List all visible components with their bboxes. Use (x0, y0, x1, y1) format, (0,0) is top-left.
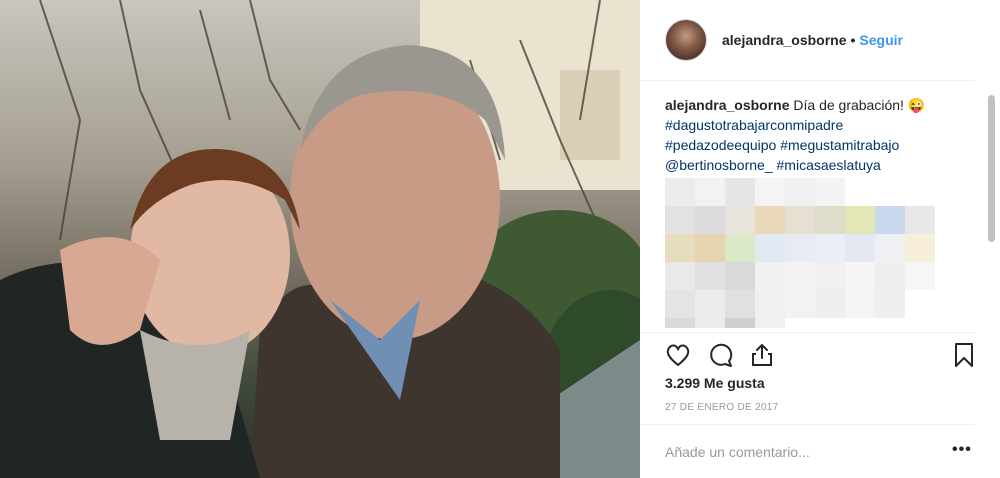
more-icon[interactable]: ••• (952, 441, 972, 459)
header-username[interactable]: alejandra_osborne (722, 32, 847, 48)
heart-icon[interactable] (664, 341, 692, 369)
caption-text: Día de grabación! 😜 (793, 97, 926, 113)
comment-icon[interactable] (706, 341, 734, 369)
hashtag-link[interactable]: #dagustotrabajarconmipadre (665, 115, 965, 135)
post-header: alejandra_osborne • Seguir (640, 0, 975, 81)
avatar[interactable] (665, 19, 707, 61)
post-side-panel: alejandra_osborne • Seguir alejandra_osbor… (640, 0, 1000, 478)
likes-count[interactable]: 3.299 Me gusta (665, 375, 765, 391)
header-line: alejandra_osborne • Seguir (722, 32, 903, 48)
caption-scrollbar[interactable] (988, 95, 995, 242)
mention-link[interactable]: @bertinosborne_ (665, 157, 773, 173)
caption-username[interactable]: alejandra_osborne (665, 97, 790, 113)
post-caption: alejandra_osborne Día de grabación! 😜 #d… (665, 95, 965, 175)
comment-input[interactable]: Añade un comentario... (665, 444, 810, 460)
comment-bar: Añade un comentario... ••• (640, 424, 975, 478)
hashtag-link[interactable]: #megustamitrabajo (780, 137, 899, 153)
post-photo[interactable] (0, 0, 640, 478)
photo-illustration (0, 0, 640, 478)
post-date[interactable]: 27 DE ENERO DE 2017 (665, 402, 779, 413)
bookmark-icon[interactable] (950, 341, 978, 369)
hashtag-link[interactable]: #pedazodeequipo (665, 137, 776, 153)
share-icon[interactable] (748, 341, 776, 369)
post-actions (640, 332, 975, 377)
hashtag-link[interactable]: #micasaeslatuya (777, 157, 881, 173)
follow-button[interactable]: Seguir (859, 32, 903, 48)
pixelated-content (665, 178, 935, 328)
separator-dot: • (850, 32, 856, 48)
